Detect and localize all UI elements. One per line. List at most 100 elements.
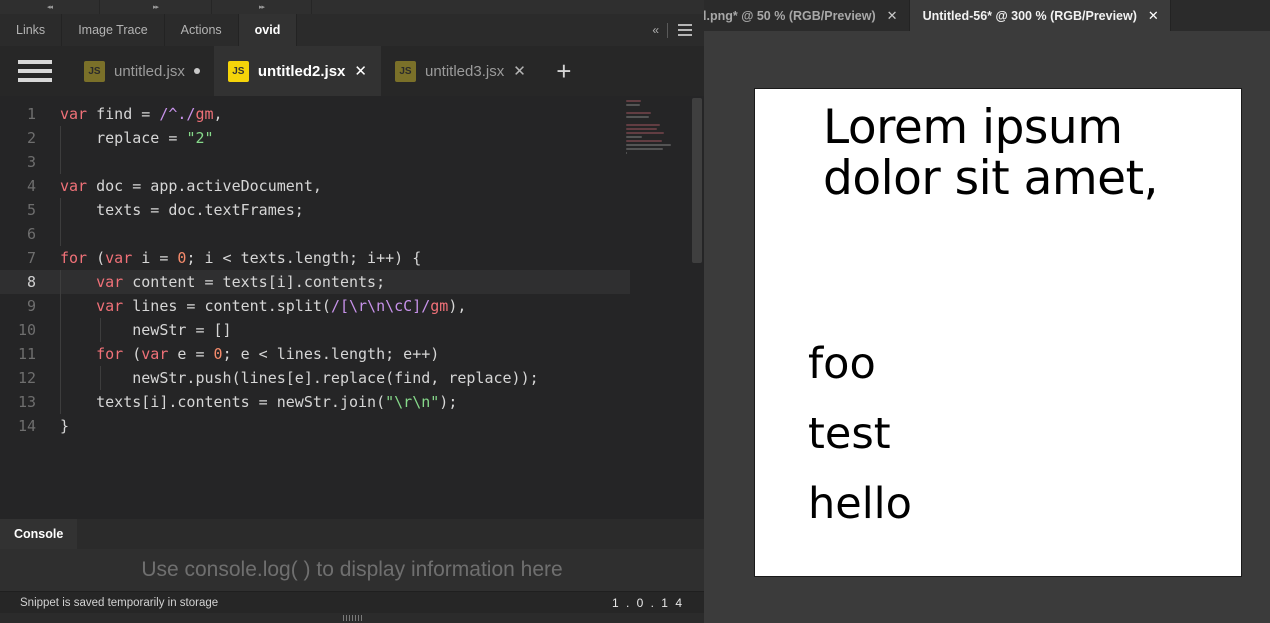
code-line[interactable]: 8 var content = texts[i].contents; [0,270,630,294]
header-divider [667,23,668,38]
code-text[interactable] [48,222,630,246]
code-text[interactable]: replace = "2" [48,126,630,150]
file-tab-label: untitled2.jsx [258,63,346,80]
code-text[interactable]: texts[i].contents = newStr.join("\r\n"); [48,390,630,414]
panel-tab-ovid[interactable]: ovid [239,14,298,46]
artboard-heading-text[interactable]: Lorem ipsum dolor sit amet, [823,103,1158,205]
code-token: ( [123,345,141,363]
code-line[interactable]: 5 texts = doc.textFrames; [0,198,630,222]
code-text[interactable]: } [48,414,630,438]
code-line[interactable]: 10 newStr = [] [0,318,630,342]
code-line[interactable]: 2 replace = "2" [0,126,630,150]
artboard-list-text[interactable]: foo test hello [808,329,912,539]
close-icon[interactable]: ✕ [513,64,526,79]
collapsed-strip-middle[interactable]: ▸▸ [100,0,212,14]
console-output[interactable]: Use console.log( ) to display informatio… [0,549,704,591]
panel-tab-image-trace[interactable]: Image Trace [62,14,164,46]
indent-guide [100,318,101,342]
console-tab[interactable]: Console [0,519,77,549]
panel-menu-icon[interactable] [678,24,692,36]
minimap-line [626,100,641,102]
code-text[interactable] [48,150,630,174]
code-line[interactable]: 13 texts[i].contents = newStr.join("\r\n… [0,390,630,414]
code-token: lines = content.split( [123,297,331,315]
close-icon[interactable]: ✕ [354,64,367,79]
indent-guide [60,198,61,222]
close-icon[interactable]: ✕ [887,9,898,22]
line-number: 13 [0,390,48,414]
indent-guide [60,366,61,390]
document-tab-bar: l.png* @ 50 % (RGB/Preview) ✕ Untitled-5… [690,0,1270,31]
code-line[interactable]: 3 [0,150,630,174]
document-tab-label: l.png* @ 50 % (RGB/Preview) [703,9,876,23]
artboard[interactable]: Lorem ipsum dolor sit amet, foo test hel… [754,88,1242,577]
status-bar: Snippet is saved temporarily in storage … [0,591,704,613]
file-tab-untitled2[interactable]: JS untitled2.jsx ✕ [214,46,381,96]
code-line[interactable]: 6 [0,222,630,246]
code-token: ), [448,297,466,315]
code-token [60,273,96,291]
code-text[interactable]: var content = texts[i].contents; [48,270,630,294]
panel-tab-links[interactable]: Links [0,14,62,46]
code-line[interactable]: 9 var lines = content.split(/[\r\n\cC]/g… [0,294,630,318]
code-token: texts[i].contents = newStr.join( [60,393,385,411]
document-tab-0[interactable]: l.png* @ 50 % (RGB/Preview) ✕ [690,0,910,31]
file-tab-untitled[interactable]: JS untitled.jsx [70,46,214,96]
indent-guide [60,390,61,414]
code-text[interactable]: var find = /^./gm, [48,102,630,126]
code-text[interactable]: for (var i = 0; i < texts.length; i++) { [48,246,630,270]
collapsed-strip-end [312,0,704,14]
file-tab-untitled3[interactable]: JS untitled3.jsx ✕ [381,46,540,96]
indent-guide [60,150,61,174]
line-number: 8 [0,270,48,294]
code-text[interactable]: newStr = [] [48,318,630,342]
code-token: find = [87,105,159,123]
minimap-line [626,132,664,134]
line-number: 14 [0,414,48,438]
code-minimap[interactable] [626,100,688,515]
console-placeholder-text: Use console.log( ) to display informatio… [141,558,562,582]
indent-guide [60,126,61,150]
minimap-line [626,104,640,106]
code-line[interactable]: 1var find = /^./gm, [0,102,630,126]
collapsed-strip-right[interactable]: ▸▸ [212,0,312,14]
minimap-line [626,140,662,142]
panel-resize-handle[interactable] [0,613,704,623]
indent-guide [100,366,101,390]
code-line[interactable]: 14} [0,414,630,438]
code-text[interactable]: for (var e = 0; e < lines.length; e++) [48,342,630,366]
code-text[interactable]: var doc = app.activeDocument, [48,174,630,198]
code-editor[interactable]: 1var find = /^./gm,2 replace = "2"34var … [0,96,704,519]
chevron-left-icon: ◂◂ [47,3,52,11]
code-text[interactable]: var lines = content.split(/[\r\n\cC]/gm)… [48,294,630,318]
code-token: i = [132,249,177,267]
code-token: newStr = [] [60,321,232,339]
scrollbar-thumb[interactable] [692,98,702,263]
collapse-panel-icon[interactable]: « [652,23,657,37]
illustrator-canvas[interactable]: Lorem ipsum dolor sit amet, foo test hel… [690,30,1270,623]
panel-tab-actions[interactable]: Actions [165,14,239,46]
status-message: Snippet is saved temporarily in storage [0,597,218,609]
code-line[interactable]: 12 newStr.push(lines[e].replace(find, re… [0,366,630,390]
chevron-right-icon: ▸▸ [153,3,158,11]
code-text[interactable]: texts = doc.textFrames; [48,198,630,222]
code-line[interactable]: 11 for (var e = 0; e < lines.length; e++… [0,342,630,366]
code-line[interactable]: 7for (var i = 0; i < texts.length; i++) … [0,246,630,270]
code-token: ); [439,393,457,411]
collapsed-strip-left[interactable]: ◂◂ [0,0,100,14]
code-token: content = texts[i].contents; [123,273,385,291]
line-number: 6 [0,222,48,246]
code-lines[interactable]: 1var find = /^./gm,2 replace = "2"34var … [0,102,630,438]
close-icon[interactable]: ✕ [1148,9,1159,22]
code-line[interactable]: 4var doc = app.activeDocument, [0,174,630,198]
line-number: 11 [0,342,48,366]
new-file-button[interactable]: + [540,46,588,96]
line-number: 3 [0,150,48,174]
code-token: var [60,177,87,195]
editor-scrollbar[interactable] [690,96,704,519]
code-text[interactable]: newStr.push(lines[e].replace(find, repla… [48,366,630,390]
collapsed-panel-strip: ◂◂ ▸▸ ▸▸ [0,0,704,14]
document-tab-1[interactable]: Untitled-56* @ 300 % (RGB/Preview) ✕ [910,0,1171,31]
main-menu-button[interactable] [0,46,70,96]
line-number: 7 [0,246,48,270]
